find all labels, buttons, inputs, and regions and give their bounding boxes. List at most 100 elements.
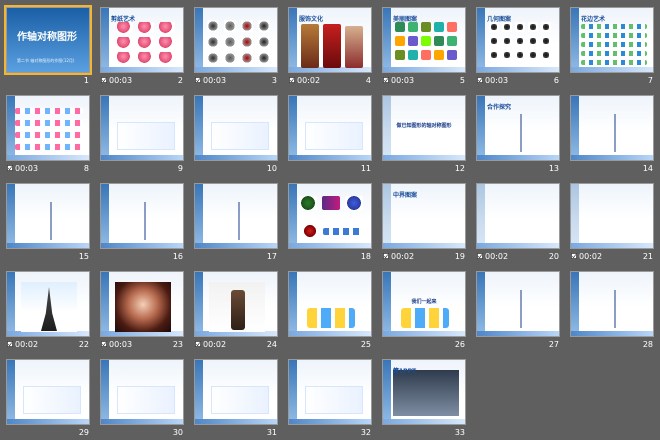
slide-number: 22 [78,340,89,349]
slide-meta: 12 [382,164,466,176]
slide-meta: 00:02 24 [194,340,278,352]
slide-frame: 美丽图案 [383,8,465,72]
slide-thumbnail[interactable]: 做已知图形的轴对称图形 [382,95,466,161]
geometric-icon [541,50,551,60]
slide-thumbnail[interactable] [288,359,372,425]
slide-thumbnail[interactable]: 花边艺术 [570,7,654,73]
geometric-icon [502,36,512,46]
slide-bottom-band [7,419,89,424]
slide-number: 5 [459,76,465,85]
slide-frame [195,184,277,248]
slide-thumbnail[interactable] [288,95,372,161]
slide-thumbnail[interactable]: 第1PPT第1PPT [382,359,466,425]
slide-sidebar [7,184,15,248]
medallion-icon [241,20,253,32]
geometric-icon [502,22,512,32]
slide-thumbnail[interactable] [6,359,90,425]
slide-thumbnail[interactable]: 服饰文化 [288,7,372,73]
slide-sidebar [477,96,485,160]
slide-thumbnail[interactable]: 剪纸艺术 [100,7,184,73]
medallion-icon [258,20,270,32]
slide-thumbnail[interactable] [6,183,90,249]
slide-number: 14 [642,164,653,173]
slide-meta: 29 [6,428,90,440]
slide-thumbnail[interactable] [194,271,278,337]
border-strip-icon [581,33,647,38]
slide-frame [289,184,371,248]
slide-heading: 中界图案 [393,192,418,199]
butterfly-icon [159,37,175,48]
slide-meta: 00:02 20 [476,252,560,264]
double-happiness-icon [303,224,317,238]
tile-pattern-icon [447,22,457,32]
medallion-icon [241,52,253,64]
butterfly-icon [117,22,133,33]
slide-thumbnail[interactable]: 几何图案 [476,7,560,73]
slide-thumbnail[interactable] [570,183,654,249]
medallion-icon [207,36,219,48]
slide-frame: 中界图案 [383,184,465,248]
slide-thumbnail[interactable] [194,7,278,73]
content-illustration [117,122,175,150]
slide-thumbnail[interactable]: 合作探究 [476,95,560,161]
geometric-icon [528,36,538,46]
slide-thumbnail[interactable] [194,95,278,161]
slide-thumbnail[interactable] [288,271,372,337]
slide-time: 00:02 [15,340,39,349]
slide-thumbnail[interactable] [100,271,184,337]
slide-bottom-band [101,419,183,424]
slide-thumbnail[interactable] [288,183,372,249]
slide-number: 7 [647,76,653,85]
diagram [117,202,173,240]
slide-meta: 00:03 8 [6,164,90,176]
slide-frame [7,272,89,336]
slide-time: 00:03 [391,76,415,85]
slide-number: 2 [177,76,183,85]
slide-thumbnail[interactable] [6,271,90,337]
slide-thumbnail[interactable]: 我们一起来 [382,271,466,337]
slide-bottom-band [195,67,277,72]
slide-thumbnail[interactable] [100,95,184,161]
slide-thumbnail[interactable]: 中界图案 [382,183,466,249]
slide-frame: 合作探究 [477,96,559,160]
slide-heading: 合作探究 [487,104,512,111]
diagram [493,114,549,152]
geometric-icon [528,22,538,32]
slide-sidebar [289,184,297,248]
butterfly-icon [159,52,175,63]
slide-subtitle: 第二节 轴对称图形的作图(12月) [17,58,75,63]
slide-thumbnail[interactable] [100,359,184,425]
medallion-icon [224,52,236,64]
slide-frame: 花边艺术 [571,8,653,72]
slide-time: 00:03 [109,76,133,85]
slide-number: 6 [553,76,559,85]
slide-thumbnail[interactable]: 美丽图案 [382,7,466,73]
tile-pattern-icon [395,50,405,60]
slide-thumbnail[interactable] [476,183,560,249]
diagram [211,202,267,240]
slide-number: 28 [642,340,653,349]
slide-thumbnail[interactable] [570,271,654,337]
slide-thumbnail[interactable] [100,183,184,249]
tile-pattern-icon [408,36,418,46]
slide-frame [7,184,89,248]
slide-thumbnail[interactable] [194,183,278,249]
slide-bottom-band [289,419,371,424]
slide-frame [477,272,559,336]
slide-bottom-band [383,67,465,72]
border-strip-icon [15,132,83,138]
slide-center-text: 我们一起来 [411,299,437,305]
transition-icon [383,77,389,83]
slide-thumbnail[interactable]: 作轴对称图形 第二节 轴对称图形的作图(12月) [4,5,92,75]
border-strip-icon [581,60,647,65]
transition-icon [101,341,107,347]
slide-frame [101,96,183,160]
medallion-icon [224,36,236,48]
slide-thumbnail[interactable] [476,271,560,337]
slide-frame [195,8,277,72]
slide-bottom-band [289,331,371,336]
slide-time: 00:02 [579,252,603,261]
slide-thumbnail[interactable] [6,95,90,161]
slide-thumbnail[interactable] [194,359,278,425]
slide-thumbnail[interactable] [570,95,654,161]
